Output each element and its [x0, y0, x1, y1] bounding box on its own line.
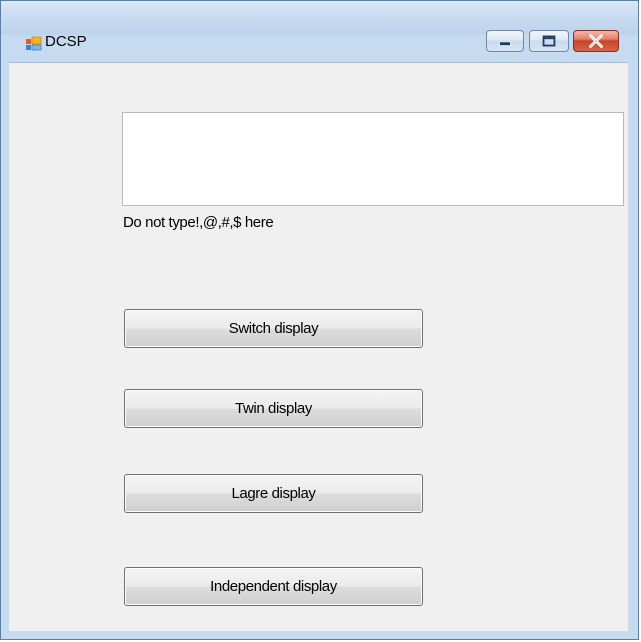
maximize-button[interactable] [529, 30, 569, 52]
large-display-button[interactable]: Lagre display [124, 474, 423, 513]
independent-display-button[interactable]: Independent display [124, 567, 423, 606]
close-icon [589, 34, 603, 48]
minimize-icon [499, 41, 511, 46]
maximize-icon [542, 35, 556, 47]
input-hint-label: Do not type!,@,#,$ here [123, 214, 274, 231]
minimize-button[interactable] [486, 30, 524, 52]
window-title: DCSP [45, 33, 87, 50]
text-input[interactable] [122, 112, 624, 206]
app-icon [26, 36, 42, 51]
close-button[interactable] [573, 30, 619, 52]
twin-display-button[interactable]: Twin display [124, 389, 423, 428]
switch-display-button[interactable]: Switch display [124, 309, 423, 348]
